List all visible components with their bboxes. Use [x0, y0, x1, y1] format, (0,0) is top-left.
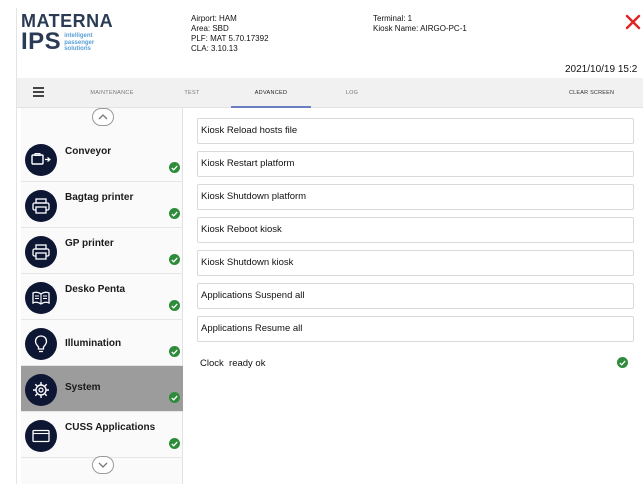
- gear-icon: [25, 374, 57, 406]
- kiosk-shutdown-kiosk-button[interactable]: Kiosk Shutdown kiosk: [197, 250, 634, 276]
- ok-check-icon: [617, 357, 628, 368]
- ok-check-icon: [169, 208, 180, 219]
- header: MATERNA IPS intelligent passenger soluti…: [17, 8, 643, 75]
- device-sidebar: Conveyor Bagtag printer GP printer Desko…: [21, 108, 183, 484]
- area-text: Area: SBD: [191, 24, 229, 33]
- ok-check-icon: [169, 254, 180, 265]
- ok-check-icon: [169, 300, 180, 311]
- kiosk-info-left: Airport: HAM Area: SBD PLF: MAT 5.70.173…: [191, 14, 269, 54]
- passport-reader-icon: [25, 282, 57, 314]
- printer-icon: [25, 236, 57, 268]
- window-icon: [25, 420, 57, 452]
- chevron-up-icon: [98, 114, 108, 120]
- logo-ips-text: IPS: [21, 28, 62, 55]
- sidebar-item-label: Desko Penta: [65, 284, 126, 295]
- logo-tagline: intelligent passenger solutions: [64, 33, 95, 52]
- applications-suspend-all-button[interactable]: Applications Suspend all: [197, 283, 634, 309]
- clock-status-text: Clock ready ok: [200, 358, 266, 369]
- tab-bar: MAINTENANCE TEST ADVANCED LOG CLEAR SCRE…: [17, 78, 643, 108]
- terminal-text: Terminal: 1: [373, 14, 413, 23]
- action-panel: Kiosk Reload hosts file Kiosk Restart pl…: [197, 108, 634, 484]
- ok-check-icon: [169, 438, 180, 449]
- plf-text: PLF: MAT 5.70.17392: [191, 34, 269, 43]
- tab-test[interactable]: TEST: [177, 78, 207, 108]
- sidebar-item-illumination[interactable]: Illumination: [21, 320, 183, 366]
- ok-check-icon: [169, 346, 180, 357]
- kiosk-info-right: Terminal: 1 Kiosk Name: AIRGO-PC-1: [373, 14, 467, 34]
- close-icon[interactable]: [625, 14, 643, 34]
- printer-icon: [25, 190, 57, 222]
- sidebar-item-gp-printer[interactable]: GP printer: [21, 228, 183, 274]
- chevron-down-icon: [98, 462, 108, 468]
- lightbulb-icon: [25, 328, 57, 360]
- sidebar-item-desko-penta[interactable]: Desko Penta: [21, 274, 183, 320]
- tab-maintenance[interactable]: MAINTENANCE: [87, 78, 137, 108]
- sidebar-item-label: Bagtag printer: [65, 192, 134, 203]
- clear-screen-button[interactable]: CLEAR SCREEN: [569, 78, 614, 108]
- sidebar-item-label: Conveyor: [65, 146, 112, 157]
- sidebar-item-conveyor[interactable]: Conveyor: [21, 136, 183, 182]
- kiosk-reboot-kiosk-button[interactable]: Kiosk Reboot kiosk: [197, 217, 634, 243]
- sidebar-item-label: System: [65, 382, 101, 393]
- kiosk-reload-hosts-file-button[interactable]: Kiosk Reload hosts file: [197, 118, 634, 144]
- tab-advanced[interactable]: ADVANCED: [231, 78, 311, 108]
- kiosk-shutdown-platform-button[interactable]: Kiosk Shutdown platform: [197, 184, 634, 210]
- tab-log[interactable]: LOG: [339, 78, 365, 108]
- datetime: 2021/10/19 15:2: [565, 64, 638, 75]
- cla-text: CLA: 3.10.13: [191, 44, 238, 53]
- sidebar-item-cuss-applications[interactable]: CUSS Applications: [21, 412, 183, 458]
- kiosk-restart-platform-button[interactable]: Kiosk Restart platform: [197, 151, 634, 177]
- airport-text: Airport: HAM: [191, 14, 237, 23]
- ok-check-icon: [169, 392, 180, 403]
- conveyor-icon: [25, 144, 57, 176]
- scroll-down-button[interactable]: [92, 456, 114, 474]
- ok-check-icon: [169, 162, 180, 173]
- sidebar-item-label: GP printer: [65, 238, 114, 249]
- hamburger-menu-icon[interactable]: [33, 87, 44, 97]
- sidebar-item-label: CUSS Applications: [65, 422, 156, 433]
- sidebar-item-system[interactable]: System: [21, 366, 183, 412]
- app-window: MATERNA IPS intelligent passenger soluti…: [16, 8, 643, 484]
- kiosk-name-text: Kiosk Name: AIRGO-PC-1: [373, 24, 467, 33]
- scroll-up-button[interactable]: [92, 108, 114, 126]
- sidebar-item-label: Illumination: [65, 338, 122, 349]
- materna-ips-logo: MATERNA IPS intelligent passenger soluti…: [21, 12, 171, 58]
- applications-resume-all-button[interactable]: Applications Resume all: [197, 316, 634, 342]
- sidebar-item-bagtag-printer[interactable]: Bagtag printer: [21, 182, 183, 228]
